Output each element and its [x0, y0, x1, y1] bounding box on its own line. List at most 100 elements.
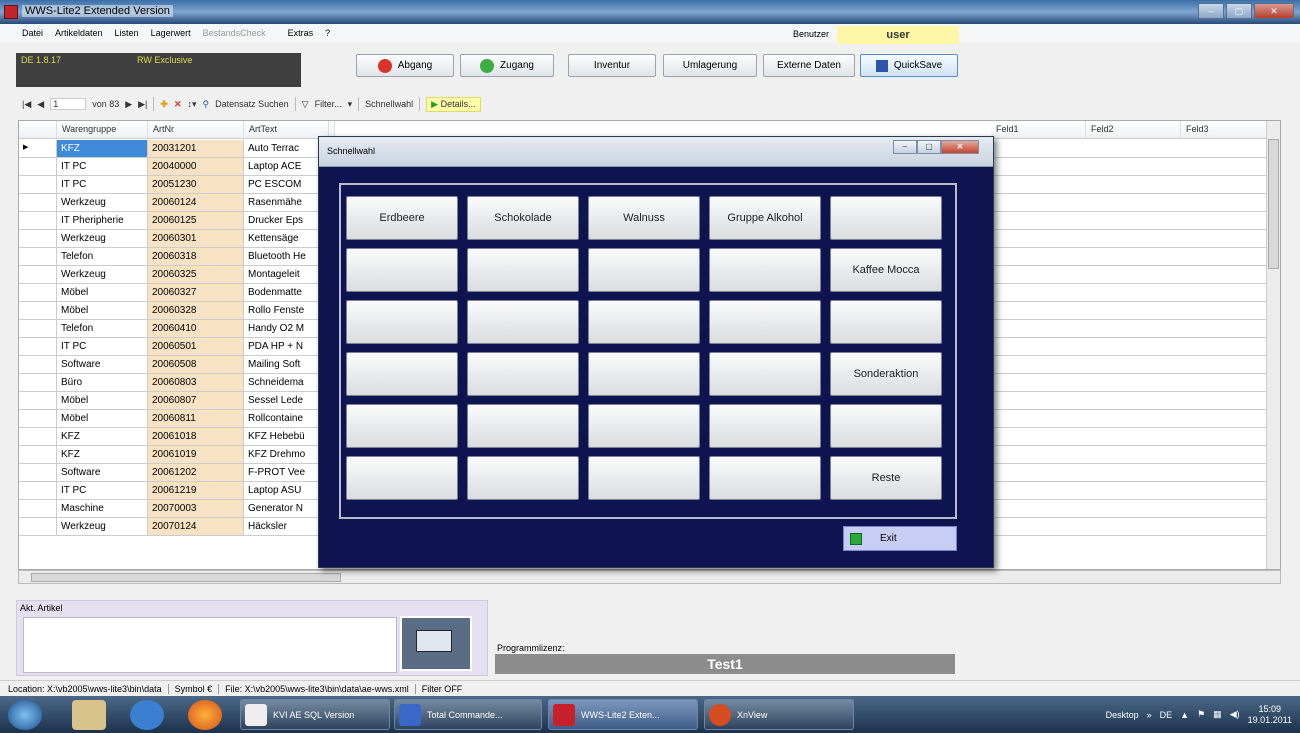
- cell-feld[interactable]: [991, 392, 1087, 410]
- cell-warengruppe[interactable]: Möbel: [57, 392, 148, 410]
- quick-select-button[interactable]: [709, 456, 821, 500]
- cell-artnr[interactable]: 20060328: [148, 302, 244, 320]
- cell-feld[interactable]: [1086, 212, 1182, 230]
- cell-artnr[interactable]: 20060301: [148, 230, 244, 248]
- cell-feld[interactable]: [991, 266, 1087, 284]
- cell-arttext[interactable]: Häcksler: [244, 518, 329, 536]
- cell-arttext[interactable]: PDA HP + N: [244, 338, 329, 356]
- add-record-icon[interactable]: ✚: [160, 99, 168, 110]
- cell-feld[interactable]: [991, 446, 1087, 464]
- cell-artnr[interactable]: 20060327: [148, 284, 244, 302]
- dropdown-icon[interactable]: ▾: [348, 99, 353, 110]
- cell-warengruppe[interactable]: Möbel: [57, 302, 148, 320]
- sort-icon[interactable]: ↕▾: [188, 99, 197, 110]
- quick-select-button[interactable]: [346, 248, 458, 292]
- column-header[interactable]: ArtText: [244, 121, 329, 139]
- row-indicator[interactable]: [19, 230, 57, 248]
- cell-artnr[interactable]: 20060811: [148, 410, 244, 428]
- cell-feld[interactable]: [1181, 338, 1277, 356]
- cell-feld[interactable]: [1181, 140, 1277, 158]
- chevron-icon[interactable]: »: [1147, 710, 1152, 720]
- cell-feld[interactable]: [991, 428, 1087, 446]
- row-indicator[interactable]: [19, 302, 57, 320]
- cell-warengruppe[interactable]: Software: [57, 464, 148, 482]
- cell-artnr[interactable]: 20060803: [148, 374, 244, 392]
- start-button[interactable]: [8, 700, 42, 730]
- cell-arttext[interactable]: F-PROT Vee: [244, 464, 329, 482]
- quick-select-button[interactable]: Walnuss: [588, 196, 700, 240]
- cell-feld[interactable]: [1086, 338, 1182, 356]
- cell-arttext[interactable]: Rollo Fenste: [244, 302, 329, 320]
- quick-select-button[interactable]: [467, 248, 579, 292]
- menu-datei[interactable]: Datei: [22, 28, 43, 42]
- internet-explorer-icon[interactable]: [130, 700, 164, 730]
- cell-warengruppe[interactable]: Telefon: [57, 320, 148, 338]
- cell-feld[interactable]: [991, 374, 1087, 392]
- menu-extras[interactable]: Extras: [288, 28, 314, 42]
- cell-arttext[interactable]: Laptop ASU: [244, 482, 329, 500]
- row-indicator[interactable]: [19, 410, 57, 428]
- row-indicator[interactable]: [19, 158, 57, 176]
- cell-artnr[interactable]: 20061202: [148, 464, 244, 482]
- quick-select-button[interactable]: [346, 404, 458, 448]
- cell-feld[interactable]: [1086, 500, 1182, 518]
- task-total-commander[interactable]: Total Commande...: [394, 699, 542, 730]
- cell-feld[interactable]: [1181, 356, 1277, 374]
- cell-feld[interactable]: [991, 356, 1087, 374]
- close-icon[interactable]: ✕: [941, 140, 979, 154]
- cell-feld[interactable]: [1181, 374, 1277, 392]
- cell-arttext[interactable]: Laptop ACE: [244, 158, 329, 176]
- cell-feld[interactable]: [1086, 482, 1182, 500]
- cell-feld[interactable]: [1181, 266, 1277, 284]
- cell-arttext[interactable]: Handy O2 M: [244, 320, 329, 338]
- last-record-icon[interactable]: ▶|: [138, 99, 147, 110]
- cell-feld[interactable]: [1086, 320, 1182, 338]
- quick-select-button[interactable]: Sonderaktion: [830, 352, 942, 396]
- cell-arttext[interactable]: Mailing Soft: [244, 356, 329, 374]
- quick-select-button[interactable]: [467, 352, 579, 396]
- cell-arttext[interactable]: Rollcontaine: [244, 410, 329, 428]
- quick-select-button[interactable]: Gruppe Alkohol: [709, 196, 821, 240]
- abgang-button[interactable]: Abgang: [356, 54, 454, 77]
- quick-select-button[interactable]: [709, 352, 821, 396]
- cell-feld[interactable]: [1181, 464, 1277, 482]
- cell-feld[interactable]: [1086, 230, 1182, 248]
- cell-warengruppe[interactable]: Werkzeug: [57, 194, 148, 212]
- cell-feld[interactable]: [991, 194, 1087, 212]
- quick-select-button[interactable]: [346, 456, 458, 500]
- cell-feld[interactable]: [1181, 284, 1277, 302]
- cell-warengruppe[interactable]: KFZ: [57, 446, 148, 464]
- cell-feld[interactable]: [1181, 194, 1277, 212]
- quick-select-button[interactable]: [588, 456, 700, 500]
- row-indicator[interactable]: [19, 338, 57, 356]
- menu-lagerwert[interactable]: Lagerwert: [151, 28, 191, 42]
- cell-warengruppe[interactable]: Möbel: [57, 410, 148, 428]
- cell-feld[interactable]: [1181, 248, 1277, 266]
- volume-icon[interactable]: ◀): [1230, 709, 1240, 720]
- row-indicator[interactable]: [19, 248, 57, 266]
- prev-record-icon[interactable]: ◀: [37, 99, 44, 110]
- quick-select-button[interactable]: [830, 404, 942, 448]
- cell-feld[interactable]: [1086, 464, 1182, 482]
- row-indicator[interactable]: [19, 482, 57, 500]
- quick-select-button[interactable]: [588, 404, 700, 448]
- flag-icon[interactable]: ⚑: [1197, 709, 1205, 720]
- cell-artnr[interactable]: 20031201: [148, 140, 244, 158]
- cell-feld[interactable]: [1181, 446, 1277, 464]
- task-kvi[interactable]: KVI AE SQL Version: [240, 699, 390, 730]
- cell-artnr[interactable]: 20061018: [148, 428, 244, 446]
- close-icon[interactable]: ✕: [1254, 3, 1294, 19]
- quick-select-button[interactable]: [588, 248, 700, 292]
- cell-artnr[interactable]: 20060807: [148, 392, 244, 410]
- quick-select-button[interactable]: Erdbeere: [346, 196, 458, 240]
- filter-button[interactable]: Filter...: [315, 99, 342, 109]
- cell-artnr[interactable]: 20040000: [148, 158, 244, 176]
- menu-listen[interactable]: Listen: [115, 28, 139, 42]
- cell-warengruppe[interactable]: IT PC: [57, 158, 148, 176]
- cell-feld[interactable]: [991, 410, 1087, 428]
- cell-artnr[interactable]: 20070124: [148, 518, 244, 536]
- cell-feld[interactable]: [1086, 446, 1182, 464]
- quick-select-button[interactable]: [588, 300, 700, 344]
- cell-feld[interactable]: [991, 230, 1087, 248]
- row-indicator[interactable]: [19, 356, 57, 374]
